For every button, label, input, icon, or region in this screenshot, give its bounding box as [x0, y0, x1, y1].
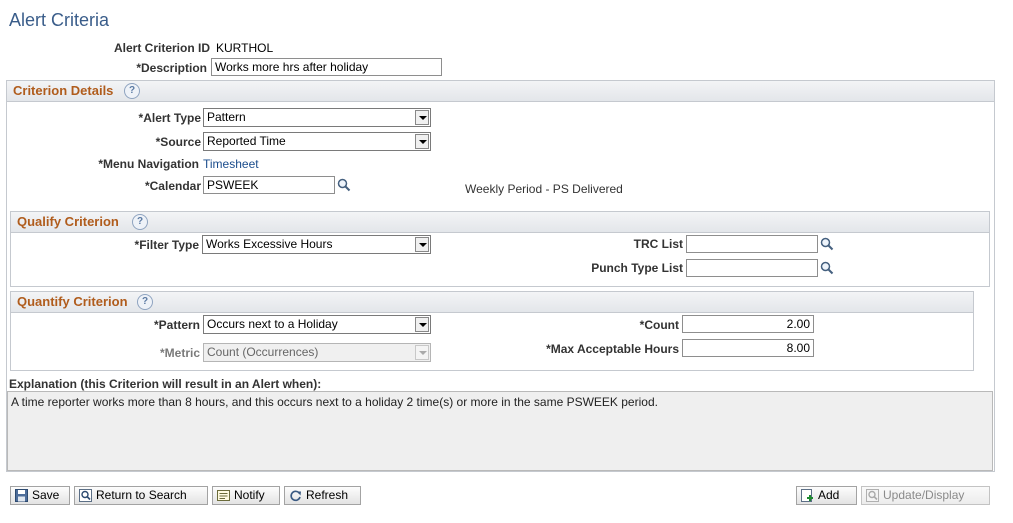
criterion-id-label: Alert Criterion ID: [113, 41, 210, 55]
source-select[interactable]: Reported Time: [203, 132, 431, 151]
max-hours-input[interactable]: 8.00: [682, 339, 814, 357]
chevron-down-icon[interactable]: [415, 317, 429, 332]
trc-list-input[interactable]: [686, 235, 818, 253]
notify-button[interactable]: Notify: [212, 486, 280, 505]
pattern-value: Occurs next to a Holiday: [207, 317, 338, 331]
return-search-icon: [79, 489, 92, 502]
quantify-criterion-title: Quantify Criterion: [17, 294, 128, 309]
alert-type-label: *Alert Type: [138, 111, 201, 125]
chevron-down-icon: [415, 345, 429, 360]
add-icon: [801, 489, 813, 502]
return-to-search-button[interactable]: Return to Search: [74, 486, 208, 505]
calendar-description: Weekly Period - PS Delivered: [465, 182, 623, 196]
qualify-criterion-header: Qualify Criterion ?: [11, 212, 989, 233]
explanation-label: Explanation (this Criterion will result …: [9, 377, 322, 391]
save-icon: [15, 489, 28, 502]
lookup-icon[interactable]: [820, 237, 834, 251]
lookup-icon[interactable]: [337, 178, 351, 192]
menu-navigation-link[interactable]: Timesheet: [203, 157, 259, 171]
punch-type-list-label: Punch Type List: [591, 261, 683, 275]
add-label: Add: [818, 488, 840, 502]
qualify-criterion-title: Qualify Criterion: [17, 214, 119, 229]
update-display-label: Update/Display: [883, 488, 965, 502]
refresh-icon: [290, 490, 301, 502]
metric-label: *Metric: [159, 346, 200, 360]
chevron-down-icon[interactable]: [415, 237, 429, 252]
alert-type-select[interactable]: Pattern: [203, 108, 431, 127]
refresh-label: Refresh: [306, 488, 349, 502]
criterion-id-value: KURTHOL: [216, 41, 274, 55]
description-input[interactable]: Works more hrs after holiday: [211, 58, 442, 76]
calendar-input[interactable]: PSWEEK: [203, 176, 335, 194]
help-icon[interactable]: ?: [137, 294, 153, 310]
max-hours-label: *Max Acceptable Hours: [546, 342, 679, 356]
refresh-button[interactable]: Refresh: [284, 486, 361, 505]
filter-type-select[interactable]: Works Excessive Hours: [202, 235, 431, 254]
criterion-details-header: Criterion Details ?: [7, 81, 994, 102]
metric-value: Count (Occurrences): [207, 345, 319, 359]
notify-icon: [217, 490, 230, 501]
calendar-label: *Calendar: [144, 179, 201, 193]
metric-select: Count (Occurrences): [203, 343, 431, 362]
pattern-label: *Pattern: [153, 318, 200, 332]
description-label: *Description: [136, 61, 207, 75]
update-display-button: Update/Display: [861, 486, 990, 505]
count-label: *Count: [639, 318, 679, 332]
add-button[interactable]: Add: [796, 486, 857, 505]
save-label: Save: [32, 488, 60, 502]
explanation-text: A time reporter works more than 8 hours,…: [7, 391, 993, 471]
save-button[interactable]: Save: [10, 486, 70, 505]
filter-type-label: *Filter Type: [134, 238, 199, 252]
menu-navigation-label: *Menu Navigation: [98, 157, 199, 171]
filter-type-value: Works Excessive Hours: [206, 237, 333, 251]
page-title: Alert Criteria: [9, 10, 110, 30]
quantify-criterion-header: Quantify Criterion ?: [11, 292, 973, 313]
alert-type-value: Pattern: [207, 110, 246, 124]
source-label: *Source: [155, 135, 201, 149]
pattern-select[interactable]: Occurs next to a Holiday: [203, 315, 431, 334]
source-value: Reported Time: [207, 134, 286, 148]
notify-label: Notify: [234, 488, 265, 502]
trc-list-label: TRC List: [633, 237, 683, 251]
help-icon[interactable]: ?: [124, 83, 140, 99]
chevron-down-icon[interactable]: [415, 110, 429, 125]
return-to-search-label: Return to Search: [96, 488, 187, 502]
help-icon[interactable]: ?: [132, 214, 148, 230]
count-input[interactable]: 2.00: [682, 315, 814, 333]
update-display-icon: [866, 489, 879, 502]
lookup-icon[interactable]: [820, 261, 834, 275]
punch-type-list-input[interactable]: [686, 259, 818, 277]
chevron-down-icon[interactable]: [415, 134, 429, 149]
criterion-details-title: Criterion Details: [13, 83, 114, 98]
